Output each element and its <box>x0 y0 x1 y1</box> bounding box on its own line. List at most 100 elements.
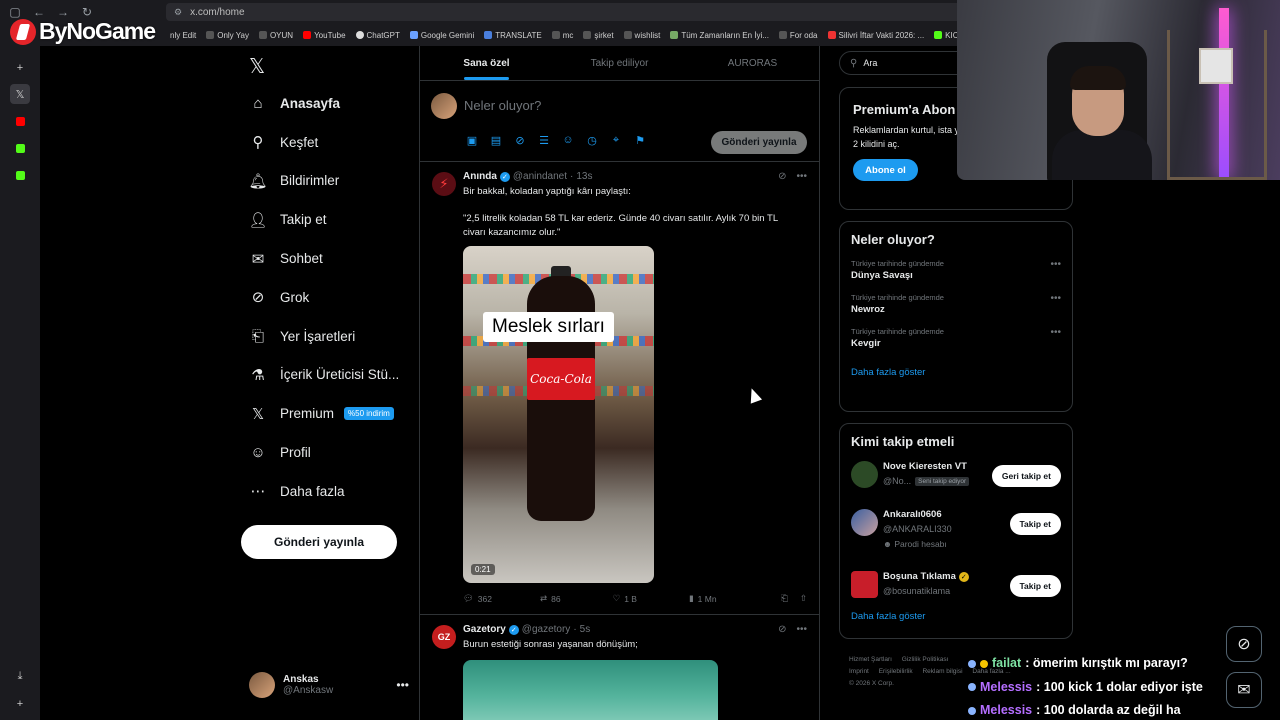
like-button[interactable]: ♡ 1 B <box>613 593 637 604</box>
more-icon[interactable]: ••• <box>1050 293 1061 304</box>
bookmark-item[interactable]: KIC <box>934 31 959 40</box>
follow-suggestion[interactable]: Ankaralı0606 @ANKARALI330 ☻ Parodi hesab… <box>851 507 1061 559</box>
tweet-time[interactable]: 13s <box>576 171 592 182</box>
nav-item-profile[interactable]: ☺ Profil <box>249 433 414 472</box>
address-bar[interactable]: ⚙ x.com/home <box>166 3 966 21</box>
compose-post-button[interactable]: Gönderi yayınla <box>711 131 807 154</box>
nav-item-bookmarks[interactable]: ⎗ Yer İşaretleri <box>249 317 414 356</box>
messages-floating-button[interactable]: ✉ <box>1226 672 1262 708</box>
nav-item-premium[interactable]: 𝕏 Premium %50 indirim <box>249 394 414 433</box>
footer-link[interactable]: Erişilebilirlik <box>879 668 913 675</box>
grok-floating-button[interactable]: ⊘ <box>1226 626 1262 662</box>
footer-link[interactable]: Reklam bilgisi <box>922 668 962 675</box>
flag-icon[interactable]: ⚑ <box>633 134 647 147</box>
subscribe-button[interactable]: Abone ol <box>853 159 918 181</box>
bookmark-item[interactable]: Silivri İftar Vakti 2026: ... <box>827 31 924 40</box>
bookmark-item[interactable]: Only Yay <box>206 31 249 40</box>
emoji-icon[interactable]: ☺ <box>561 134 575 147</box>
location-icon[interactable]: ⌖ <box>609 134 623 147</box>
x-tab-icon[interactable]: 𝕏 <box>10 84 30 104</box>
tab-for-you[interactable]: Sana özel <box>420 46 553 80</box>
bookmarks-bar: nly Edit Only Yay OYUN YouTube ChatGPT G… <box>170 26 959 44</box>
tab-auroras[interactable]: AURORAS <box>686 46 819 80</box>
kick-tab-icon[interactable] <box>10 138 30 158</box>
compose-input[interactable]: Neler oluyor? <box>464 98 541 113</box>
image-icon[interactable]: ▣ <box>465 134 479 147</box>
bookmark-item[interactable]: YouTube <box>303 31 346 40</box>
follow-suggestion[interactable]: Boşuna Tıklama ✓ @bosunatiklama Takip et <box>851 569 1061 607</box>
trends-show-more-link[interactable]: Daha fazla göster <box>851 367 1061 378</box>
nav-item-grok[interactable]: ⊘ Grok <box>249 278 414 317</box>
footer-link[interactable]: Imprint <box>849 668 869 675</box>
tweet[interactable]: GZ Gazetory ✓ @gazetory · 5s ⊘ ••• Burun… <box>420 615 819 720</box>
avatar[interactable]: ⚡ <box>432 172 456 196</box>
follow-button[interactable]: Takip et <box>1009 575 1061 597</box>
stream-logo: ByNoGame <box>10 18 156 45</box>
avatar[interactable] <box>851 571 878 598</box>
add-icon[interactable]: + <box>10 694 30 714</box>
bookmark-item[interactable]: ChatGPT <box>355 31 400 40</box>
account-switcher[interactable]: Anskas @Anskasw ••• <box>249 670 409 700</box>
x-logo-icon[interactable]: 𝕏 <box>249 54 265 79</box>
footer-link[interactable]: Gizlilik Politikası <box>902 656 949 663</box>
kick-tab-icon[interactable] <box>10 165 30 185</box>
tweet-author-name[interactable]: Anında <box>463 171 497 182</box>
tweet[interactable]: ⚡ Anında ✓ @anindanet · 13s ⊘ ••• Bir ba… <box>420 162 819 615</box>
trend-item[interactable]: Türkiye tarihinde gündemde Newroz ••• <box>851 293 1061 315</box>
gif-icon[interactable]: ▤ <box>489 134 503 147</box>
more-icon[interactable]: ••• <box>1050 259 1061 270</box>
tweet-time[interactable]: 5s <box>580 624 591 635</box>
tweet-author-name[interactable]: Gazetory <box>463 624 506 635</box>
nav-item-home[interactable]: ⌂ Anasayfa <box>249 84 414 123</box>
bookmark-item[interactable]: OYUN <box>258 31 293 40</box>
follow-show-more-link[interactable]: Daha fazla göster <box>851 611 1061 622</box>
more-icon[interactable]: ••• <box>396 678 409 692</box>
bookmark-item[interactable]: TRANSLATE <box>484 31 542 40</box>
tab-following[interactable]: Takip ediliyor <box>553 46 686 80</box>
bookmark-item[interactable]: Tüm Zamanların En İyi... <box>670 31 769 40</box>
footer-link[interactable]: Hizmet Şartları <box>849 656 892 663</box>
nav-item-more[interactable]: ⋯ Daha fazla <box>249 472 414 511</box>
bookmark-item[interactable]: mc <box>551 31 573 40</box>
follow-suggestion[interactable]: Nove Kieresten VT @No... Seni takip ediyo… <box>851 459 1061 497</box>
bookmark-item[interactable]: Google Gemini <box>409 31 474 40</box>
bookmark-item[interactable]: wishlist <box>623 31 660 40</box>
nav-item-creator-studio[interactable]: ⚗ İçerik Üreticisi Stü... <box>249 356 414 395</box>
repost-button[interactable]: ⇄ 86 <box>540 593 561 604</box>
more-icon[interactable]: ••• <box>1050 327 1061 338</box>
tweet-author-handle[interactable]: @gazetory <box>522 624 571 635</box>
nav-item-messages[interactable]: ✉ Sohbet <box>249 239 414 278</box>
avatar[interactable]: GZ <box>432 625 456 649</box>
nav-item-follow[interactable]: 👤︎ Takip et <box>248 200 414 239</box>
poll-icon[interactable]: ☰ <box>537 134 551 147</box>
grok-icon[interactable]: ⊘ <box>513 134 527 147</box>
follow-button[interactable]: Takip et <box>1009 513 1061 535</box>
bookmark-button[interactable]: ⎗ <box>781 593 788 604</box>
views-button[interactable]: ▮ 1 Mn <box>689 593 717 604</box>
trend-item[interactable]: Türkiye tarihinde gündemde Kevgir ••• <box>851 327 1061 349</box>
nav-item-explore[interactable]: ⚲ Keşfet <box>249 123 414 162</box>
schedule-icon[interactable]: ◷ <box>585 134 599 147</box>
download-icon[interactable]: ⤓ <box>10 666 30 686</box>
tweet-video[interactable]: Coca-Cola Meslek sırları 0:21 <box>463 246 654 583</box>
post-button[interactable]: Gönderi yayınla <box>241 525 397 559</box>
youtube-tab-icon[interactable] <box>10 111 30 131</box>
bookmark-item[interactable]: nly Edit <box>170 31 196 40</box>
reply-button[interactable]: 💬︎ 362 <box>463 593 492 604</box>
add-tab-icon[interactable]: + <box>10 58 30 78</box>
share-button[interactable]: ⇧ <box>800 593 807 604</box>
bookmark-label: Only Yay <box>217 30 249 40</box>
avatar[interactable] <box>851 509 878 536</box>
bookmark-item[interactable]: şirket <box>583 31 614 40</box>
more-icon[interactable]: ••• <box>796 624 807 635</box>
grok-icon[interactable]: ⊘ <box>778 171 786 182</box>
tweet-author-handle[interactable]: @anindanet <box>513 171 567 182</box>
follow-back-button[interactable]: Geri takip et <box>991 465 1061 487</box>
grok-icon[interactable]: ⊘ <box>778 624 786 635</box>
nav-item-notifications[interactable]: 🔔︎ Bildirimler <box>248 162 414 201</box>
trend-item[interactable]: Türkiye tarihinde gündemde Dünya Savaşı … <box>851 259 1061 281</box>
tweet-image[interactable] <box>463 660 718 720</box>
more-icon[interactable]: ••• <box>796 171 807 182</box>
avatar[interactable] <box>851 461 878 488</box>
bookmark-item[interactable]: For oda <box>778 31 818 40</box>
